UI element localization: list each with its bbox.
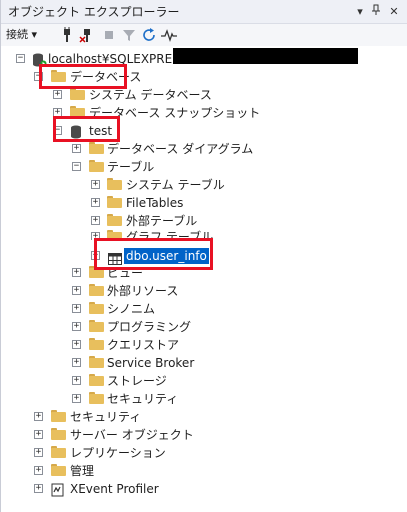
service-broker-label: Service Broker <box>107 356 195 370</box>
external-tables-label: 外部テーブル <box>126 214 198 228</box>
expand-icon[interactable]: + <box>72 394 81 403</box>
expand-icon[interactable]: + <box>34 466 43 475</box>
tree-node-db-diagrams[interactable]: + データベース ダイアグラム <box>1 140 401 158</box>
expand-icon[interactable]: + <box>34 484 43 493</box>
expand-icon[interactable]: + <box>91 180 100 189</box>
folder-icon <box>89 356 104 368</box>
folder-icon <box>107 178 122 190</box>
annotation-box-databases <box>39 64 127 89</box>
folder-icon <box>89 284 104 296</box>
folder-icon <box>107 196 122 208</box>
auto-hide-pin-icon[interactable] <box>369 4 383 20</box>
expand-icon[interactable]: + <box>91 216 100 225</box>
tree-node-query-store[interactable]: + クエリストア <box>1 336 401 354</box>
programmability-label: プログラミング <box>107 320 192 334</box>
tables-label: テーブル <box>107 160 155 174</box>
toolbar: 接続 ▾ <box>1 24 407 46</box>
tree-node-service-broker[interactable]: + Service Broker <box>1 354 401 372</box>
collapse-icon[interactable]: − <box>16 54 25 63</box>
tree-node-programmability[interactable]: + プログラミング <box>1 318 401 336</box>
title-bar: オブジェクト エクスプローラー ▾ ✕ <box>1 0 407 24</box>
server-objects-label: サーバー オブジェクト <box>70 428 194 442</box>
activity-monitor-icon[interactable] <box>161 27 177 43</box>
xevent-profiler-icon <box>51 482 66 497</box>
folder-icon <box>51 428 66 440</box>
folder-icon <box>89 320 104 332</box>
expand-icon[interactable]: + <box>72 340 81 349</box>
tree-node-synonyms[interactable]: + シノニム <box>1 300 401 318</box>
system-tables-label: システム テーブル <box>126 178 225 192</box>
tree-node-system-tables[interactable]: + システム テーブル <box>1 176 401 194</box>
annotation-box-test <box>53 116 120 142</box>
expand-icon[interactable]: + <box>91 198 100 207</box>
expand-icon[interactable]: + <box>53 90 62 99</box>
expand-icon[interactable]: + <box>72 304 81 313</box>
server-icon <box>32 52 47 67</box>
connect-icon[interactable] <box>59 27 75 43</box>
expand-icon[interactable]: + <box>34 412 43 421</box>
system-databases-label: システム データベース <box>89 88 212 102</box>
tree-node-tables[interactable]: − テーブル <box>1 158 401 176</box>
connect-dropdown-button[interactable]: 接続 ▾ <box>6 27 37 43</box>
tree-node-server-objects[interactable]: + サーバー オブジェクト <box>1 426 401 444</box>
folder-icon <box>51 464 66 476</box>
tree-node-external-resources[interactable]: + 外部リソース <box>1 282 401 300</box>
tree-node-xevent-profiler[interactable]: + XEvent Profiler <box>1 480 401 498</box>
tree-node-security[interactable]: + セキュリティ <box>1 408 401 426</box>
management-label: 管理 <box>70 464 95 478</box>
expand-icon[interactable]: + <box>34 430 43 439</box>
object-explorer-panel: オブジェクト エクスプローラー ▾ ✕ 接続 ▾ − localhost¥SQL… <box>0 0 407 512</box>
tree-node-storage[interactable]: + ストレージ <box>1 372 401 390</box>
expand-icon[interactable]: + <box>72 144 81 153</box>
filter-icon[interactable] <box>121 27 137 43</box>
redaction-bar <box>173 48 358 64</box>
close-icon[interactable]: ✕ <box>387 4 401 20</box>
folder-icon <box>89 160 104 172</box>
folder-icon <box>89 374 104 386</box>
folder-icon <box>70 88 85 100</box>
expand-icon[interactable]: + <box>34 448 43 457</box>
folder-icon <box>89 142 104 154</box>
tree-node-filetables[interactable]: + FileTables <box>1 194 401 212</box>
expand-icon[interactable]: + <box>72 376 81 385</box>
db-security-label: セキュリティ <box>107 392 179 406</box>
folder-icon <box>107 214 122 226</box>
folder-icon <box>89 338 104 350</box>
annotation-box-user-info <box>94 238 213 270</box>
external-resources-label: 外部リソース <box>107 284 179 298</box>
filetables-label: FileTables <box>126 196 184 210</box>
panel-title: オブジェクト エクスプローラー <box>8 5 180 19</box>
tree-node-replication[interactable]: + レプリケーション <box>1 444 401 462</box>
replication-label: レプリケーション <box>70 446 166 460</box>
synonyms-label: シノニム <box>107 302 156 316</box>
window-position-dropdown[interactable]: ▾ <box>353 4 367 20</box>
folder-icon <box>51 410 66 422</box>
query-store-label: クエリストア <box>107 338 180 352</box>
refresh-icon[interactable] <box>141 27 157 43</box>
xevent-profiler-label: XEvent Profiler <box>70 482 159 496</box>
security-label: セキュリティ <box>70 410 142 424</box>
expand-icon[interactable]: + <box>72 286 81 295</box>
db-diagrams-label: データベース ダイアグラム <box>107 142 254 156</box>
disconnect-icon[interactable] <box>79 27 95 43</box>
folder-icon <box>89 302 104 314</box>
tree-node-management[interactable]: + 管理 <box>1 462 401 480</box>
expand-icon[interactable]: + <box>72 358 81 367</box>
storage-label: ストレージ <box>107 374 167 388</box>
expand-icon[interactable]: + <box>72 268 81 277</box>
folder-icon <box>51 446 66 458</box>
collapse-icon[interactable]: − <box>72 162 81 171</box>
stop-icon[interactable] <box>101 27 117 43</box>
folder-icon <box>89 392 104 404</box>
expand-icon[interactable]: + <box>72 322 81 331</box>
tree-node-db-security[interactable]: + セキュリティ <box>1 390 401 408</box>
